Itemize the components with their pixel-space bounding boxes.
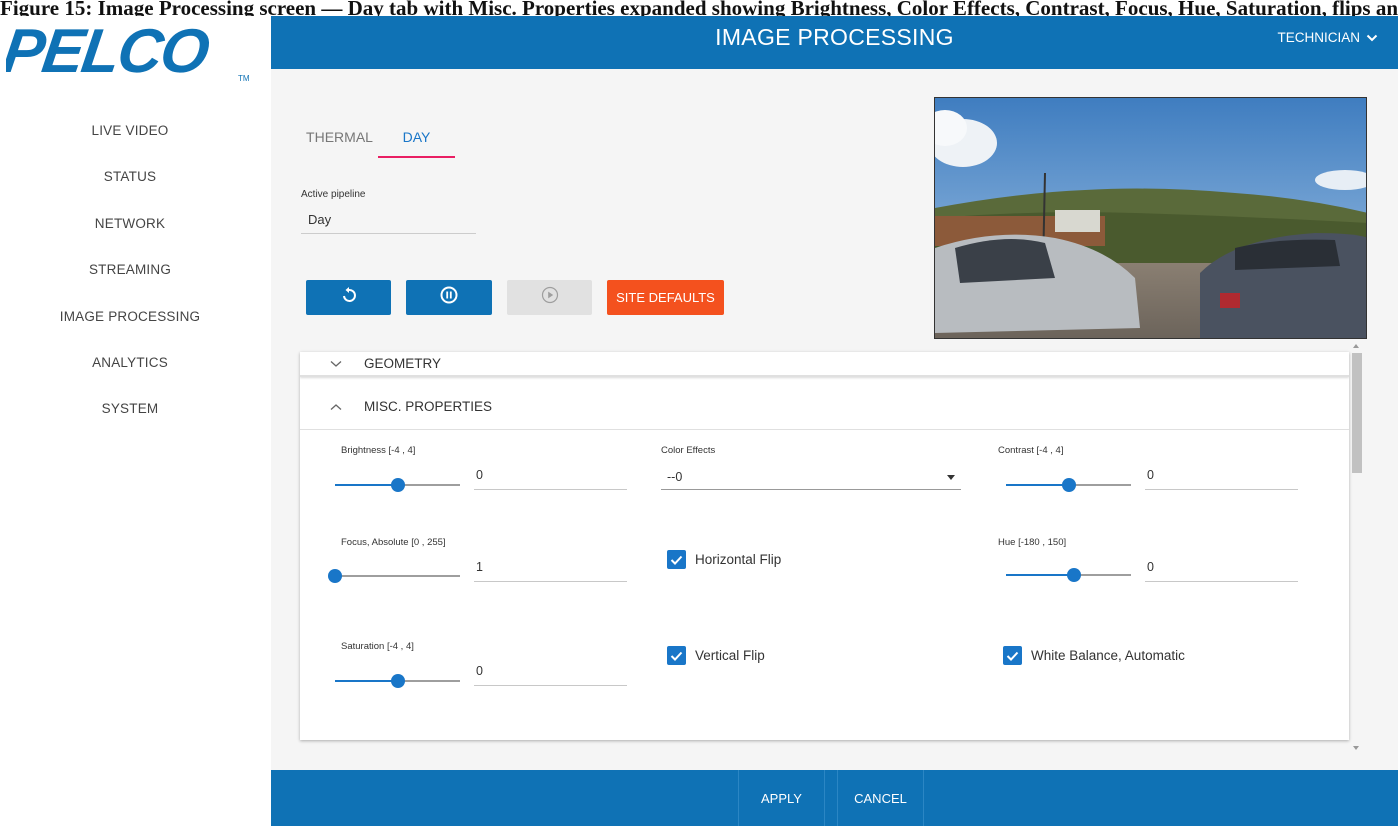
svg-text:PELCO: PELCO (6, 20, 213, 84)
svg-text:TM: TM (238, 74, 250, 83)
misc-properties-accordion-label: MISC. PROPERTIES (364, 399, 493, 414)
sidebar-item-analytics[interactable]: ANALYTICS (0, 352, 260, 398)
vertical-flip-label: Vertical Flip (695, 648, 765, 663)
pause-button[interactable] (406, 280, 492, 315)
apply-button[interactable]: APPLY (738, 770, 825, 826)
contrast-label: Contrast [-4 , 4] (998, 445, 1064, 456)
checkbox-checked-icon (667, 550, 686, 569)
white-balance-automatic-checkbox[interactable]: White Balance, Automatic (1003, 646, 1185, 665)
horizontal-flip-checkbox[interactable]: Horizontal Flip (667, 550, 781, 569)
saturation-slider[interactable] (335, 673, 460, 689)
sidebar-item-status[interactable]: STATUS (0, 166, 260, 212)
reset-button[interactable] (306, 280, 391, 315)
brightness-input[interactable]: 0 (474, 465, 627, 490)
focus-slider[interactable] (328, 568, 460, 584)
misc-properties-accordion-header[interactable]: MISC. PROPERTIES (300, 394, 1349, 419)
properties-panel: GEOMETRY MISC. PROPERTIES Brightness [-4… (300, 352, 1349, 740)
color-effects-value: --0 (667, 470, 683, 484)
chevron-up-icon (330, 403, 344, 411)
pause-icon (440, 286, 458, 309)
camera-tabs: THERMAL DAY (301, 121, 455, 158)
chevron-down-icon (330, 360, 344, 368)
play-icon (541, 286, 559, 309)
brightness-label: Brightness [-4 , 4] (341, 445, 416, 456)
figure-caption: Figure 15: Image Processing screen — Day… (0, 0, 1398, 16)
sidebar-item-network[interactable]: NETWORK (0, 213, 260, 259)
main-content: THERMAL DAY Active pipeline Day SITE DEF… (271, 69, 1398, 770)
contrast-input[interactable]: 0 (1145, 465, 1298, 490)
tab-day[interactable]: DAY (378, 121, 455, 158)
scroll-up-arrow-icon[interactable] (1353, 344, 1359, 348)
active-pipeline-label: Active pipeline (301, 189, 366, 200)
user-menu-label: TECHNICIAN (1277, 30, 1360, 45)
focus-slider-thumb[interactable] (328, 569, 343, 583)
camera-preview (934, 97, 1367, 339)
vertical-flip-checkbox[interactable]: Vertical Flip (667, 646, 765, 665)
user-menu[interactable]: TECHNICIAN (1277, 30, 1378, 45)
saturation-label: Saturation [-4 , 4] (341, 641, 414, 652)
dropdown-caret-icon (947, 475, 955, 480)
white-balance-automatic-label: White Balance, Automatic (1031, 648, 1185, 663)
hue-input[interactable]: 0 (1145, 557, 1298, 582)
sidebar-item-image-processing[interactable]: IMAGE PROCESSING (0, 306, 260, 352)
focus-input[interactable]: 1 (474, 557, 627, 582)
panel-scrollbar[interactable] (1350, 341, 1364, 753)
accordion-divider (300, 429, 1349, 430)
color-effects-select[interactable]: --0 (661, 465, 961, 490)
active-pipeline-field: Day (301, 206, 476, 234)
horizontal-flip-label: Horizontal Flip (695, 552, 782, 567)
geometry-accordion-label: GEOMETRY (364, 356, 442, 371)
focus-label: Focus, Absolute [0 , 255] (341, 537, 446, 548)
scrollbar-thumb[interactable] (1352, 353, 1362, 473)
hue-slider-thumb[interactable] (1067, 568, 1082, 582)
sidebar: PELCO TM LIVE VIDEO STATUS NETWORK STREA… (0, 0, 271, 826)
site-defaults-button[interactable]: SITE DEFAULTS (607, 280, 724, 315)
footer-bar: APPLY CANCEL (271, 770, 1398, 826)
geometry-accordion-header[interactable]: GEOMETRY (300, 352, 1349, 377)
play-button[interactable] (507, 280, 592, 315)
brightness-slider-thumb[interactable] (390, 478, 405, 492)
sidebar-nav: LIVE VIDEO STATUS NETWORK STREAMING IMAG… (0, 120, 260, 445)
contrast-slider[interactable] (1006, 477, 1131, 493)
tab-thermal[interactable]: THERMAL (301, 121, 378, 158)
hue-slider[interactable] (1006, 567, 1131, 583)
hue-label: Hue [-180 , 150] (998, 537, 1067, 548)
saturation-slider-thumb[interactable] (390, 674, 405, 688)
scroll-down-arrow-icon[interactable] (1353, 746, 1359, 750)
brightness-slider[interactable] (335, 477, 460, 493)
sidebar-item-streaming[interactable]: STREAMING (0, 259, 260, 305)
checkbox-checked-icon (1003, 646, 1022, 665)
checkbox-checked-icon (667, 646, 686, 665)
chevron-down-icon (1366, 30, 1378, 45)
sidebar-item-live-video[interactable]: LIVE VIDEO (0, 120, 260, 166)
saturation-input[interactable]: 0 (474, 661, 627, 686)
contrast-slider-thumb[interactable] (1061, 478, 1076, 492)
cancel-button[interactable]: CANCEL (837, 770, 924, 826)
reset-icon (341, 287, 357, 308)
sidebar-item-system[interactable]: SYSTEM (0, 398, 260, 444)
pelco-logo: PELCO TM (0, 17, 256, 86)
page-title: IMAGE PROCESSING (715, 24, 954, 50)
color-effects-label: Color Effects (661, 445, 716, 456)
